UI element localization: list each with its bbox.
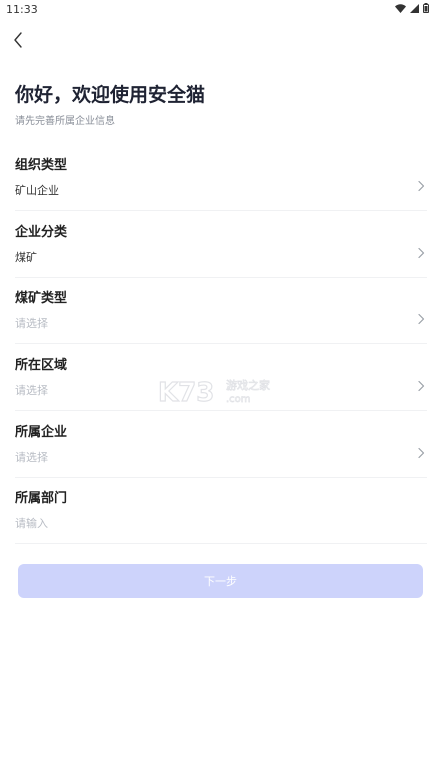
watermark-tagline: 游戏之家 bbox=[226, 378, 270, 392]
field-placeholder: 请选择 bbox=[15, 384, 48, 397]
field-enterprise[interactable]: 所属企业 请选择 bbox=[15, 421, 427, 478]
chevron-right-icon bbox=[418, 247, 425, 259]
k73-watermark-logo: K73 游戏之家 .com bbox=[158, 377, 270, 406]
field-enterprise-category[interactable]: 企业分类 煤矿 bbox=[15, 221, 427, 278]
field-label: 所属部门 bbox=[15, 491, 68, 506]
field-mine-type[interactable]: 煤矿类型 请选择 bbox=[15, 287, 427, 344]
chevron-right-icon bbox=[418, 380, 425, 392]
watermark-domain: .com bbox=[226, 394, 251, 405]
wifi-icon bbox=[395, 3, 406, 13]
field-org-type[interactable]: 组织类型 矿山企业 bbox=[15, 154, 427, 211]
chevron-right-icon bbox=[418, 447, 425, 459]
chevron-right-icon bbox=[418, 180, 425, 192]
field-label: 所在区域 bbox=[15, 358, 68, 373]
battery-icon bbox=[423, 3, 429, 13]
status-time: 11:33 bbox=[6, 3, 38, 16]
department-input[interactable]: 请输入 bbox=[15, 515, 48, 531]
chevron-left-icon bbox=[14, 32, 22, 48]
status-icons bbox=[395, 3, 429, 13]
next-step-button[interactable]: 下一步 bbox=[18, 564, 423, 598]
field-label: 所属企业 bbox=[15, 425, 68, 440]
field-label: 煤矿类型 bbox=[15, 291, 68, 306]
status-bar: 11:33 bbox=[0, 0, 441, 20]
field-placeholder: 请选择 bbox=[15, 451, 48, 464]
field-label: 组织类型 bbox=[15, 158, 68, 173]
field-placeholder: 请选择 bbox=[15, 317, 48, 330]
page-subtitle: 请先完善所属企业信息 bbox=[15, 116, 115, 127]
watermark-text: K73 bbox=[158, 378, 214, 406]
field-department[interactable]: 所属部门 请输入 bbox=[15, 487, 427, 544]
field-value: 煤矿 bbox=[15, 251, 37, 264]
field-value: 矿山企业 bbox=[15, 184, 59, 197]
page-title: 你好，欢迎使用安全猫 bbox=[15, 84, 206, 106]
back-button[interactable] bbox=[6, 28, 30, 52]
field-label: 企业分类 bbox=[15, 225, 68, 240]
signal-icon bbox=[410, 3, 419, 13]
chevron-right-icon bbox=[418, 313, 425, 325]
